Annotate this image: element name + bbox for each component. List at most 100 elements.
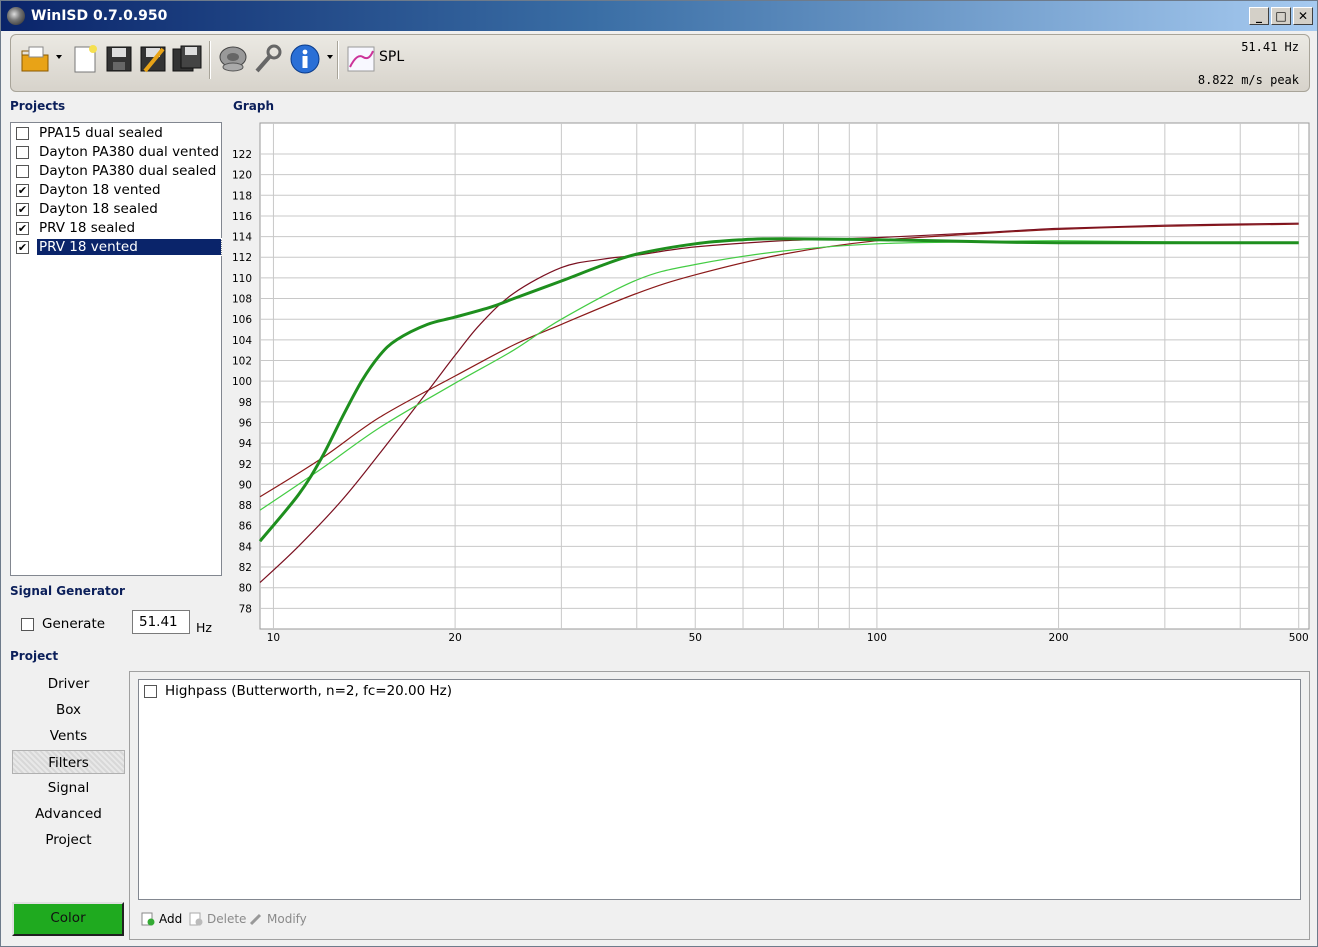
y-tick-label: 82 — [239, 562, 252, 574]
modify-label: Modify — [267, 912, 307, 926]
open-folder-icon[interactable] — [19, 43, 51, 75]
delete-filter-button[interactable]: Delete — [189, 912, 246, 926]
tab-project[interactable]: Project — [12, 828, 125, 852]
toolbar: SPL 51.41 Hz 8.822 m/s peak — [10, 34, 1310, 92]
project-checkbox[interactable] — [16, 165, 29, 178]
project-label[interactable]: Dayton 18 vented — [37, 182, 163, 198]
project-label[interactable]: PPA15 dual sealed — [37, 125, 165, 141]
project-list-item[interactable]: PPA15 dual sealed — [12, 124, 220, 143]
y-tick-label: 114 — [232, 232, 252, 244]
project-list-item[interactable]: ✔ PRV 18 vented — [12, 238, 222, 257]
generate-label[interactable]: Generate — [42, 616, 105, 632]
y-tick-label: 110 — [232, 273, 252, 285]
y-tick-label: 94 — [239, 438, 253, 450]
y-tick-label: 86 — [239, 521, 253, 533]
add-icon — [141, 912, 155, 926]
toolbar-separator — [337, 41, 339, 79]
graph-type-label[interactable]: SPL — [379, 49, 404, 65]
spl-graph-icon[interactable] — [345, 43, 377, 75]
y-tick-label: 78 — [239, 603, 252, 615]
generator-unit-label: Hz — [196, 620, 212, 635]
info-dropdown-icon[interactable] — [327, 55, 333, 59]
close-button[interactable]: ✕ — [1293, 7, 1313, 25]
frequency-readout: 51.41 Hz — [1241, 40, 1299, 54]
modify-pencil-icon — [249, 913, 262, 926]
project-checkbox[interactable]: ✔ — [16, 241, 29, 254]
save-all-icon[interactable] — [171, 43, 203, 75]
project-list-item[interactable]: ✔ Dayton 18 vented — [12, 181, 220, 200]
x-tick-label: 200 — [1049, 632, 1069, 644]
spl-chart[interactable]: 78 80 82 84 86 88 90 92 94 96 98 100 102 104 106 108 110… — [229, 117, 1315, 649]
filter-label[interactable]: Highpass (Butterworth, n=2, fc=20.00 Hz) — [165, 683, 452, 699]
y-tick-label: 96 — [239, 417, 253, 429]
y-tick-label: 118 — [232, 190, 252, 202]
wrench-icon[interactable] — [251, 43, 283, 75]
y-tick-label: 80 — [239, 583, 252, 595]
y-tick-label: 122 — [232, 149, 252, 161]
x-tick-label: 500 — [1289, 632, 1309, 644]
project-section-label: Project — [10, 649, 59, 663]
new-file-icon[interactable] — [69, 43, 101, 75]
x-tick-label: 100 — [867, 632, 887, 644]
minimize-button[interactable]: _ — [1249, 7, 1269, 25]
graph-label: Graph — [233, 99, 274, 113]
toolbar-separator — [209, 41, 211, 79]
generator-frequency-input[interactable] — [132, 610, 190, 634]
info-icon[interactable] — [289, 43, 321, 75]
project-label[interactable]: Dayton 18 sealed — [37, 201, 160, 217]
color-button[interactable]: Color — [12, 902, 124, 936]
speaker-icon[interactable] — [217, 43, 249, 75]
project-list-item[interactable]: Dayton PA380 dual sealed — [12, 162, 220, 181]
project-label[interactable]: Dayton PA380 dual vented — [37, 144, 221, 160]
tab-filters[interactable]: Filters — [12, 750, 125, 774]
tab-driver[interactable]: Driver — [12, 672, 125, 696]
signal-generator-label: Signal Generator — [10, 584, 125, 598]
modify-filter-button[interactable]: Modify — [249, 912, 307, 926]
y-tick-label: 108 — [232, 294, 252, 306]
add-label: Add — [159, 912, 183, 926]
projects-list[interactable]: PPA15 dual sealed Dayton PA380 dual vente… — [10, 122, 222, 576]
filter-checkbox[interactable] — [144, 685, 157, 698]
filters-list[interactable]: Highpass (Butterworth, n=2, fc=20.00 Hz) — [138, 679, 1301, 900]
excursion-readout: 8.822 m/s peak — [1197, 73, 1299, 87]
maximize-button[interactable]: □ — [1271, 7, 1291, 25]
y-tick-label: 88 — [239, 500, 252, 512]
project-list-item[interactable]: ✔ Dayton 18 sealed — [12, 200, 220, 219]
delete-label: Delete — [207, 912, 247, 926]
project-checkbox[interactable]: ✔ — [16, 203, 29, 216]
project-checkbox[interactable]: ✔ — [16, 184, 29, 197]
y-tick-label: 120 — [232, 170, 252, 182]
y-tick-label: 92 — [239, 459, 252, 471]
x-tick-label: 50 — [689, 632, 702, 644]
tab-box[interactable]: Box — [12, 698, 125, 722]
project-label[interactable]: PRV 18 sealed — [37, 220, 137, 236]
save-as-icon[interactable] — [137, 43, 169, 75]
add-filter-button[interactable]: Add — [141, 912, 182, 926]
generate-checkbox[interactable] — [21, 618, 34, 631]
app-window: WinISD 0.7.0.950 _ □ ✕ SPL 51.41 Hz 8.82… — [0, 0, 1318, 947]
filters-panel: Highpass (Butterworth, n=2, fc=20.00 Hz)… — [129, 671, 1310, 940]
plot-area — [259, 122, 1310, 630]
project-list-item[interactable]: ✔ PRV 18 sealed — [12, 219, 220, 238]
tab-advanced[interactable]: Advanced — [12, 802, 125, 826]
y-tick-label: 104 — [232, 335, 252, 347]
y-tick-label: 90 — [239, 479, 252, 491]
y-tick-label: 100 — [232, 376, 252, 388]
project-label[interactable]: PRV 18 vented — [36, 238, 222, 256]
project-checkbox[interactable]: ✔ — [16, 222, 29, 235]
project-label[interactable]: Dayton PA380 dual sealed — [37, 163, 218, 179]
tab-signal[interactable]: Signal — [12, 776, 125, 800]
window-title: WinISD 0.7.0.950 — [31, 8, 168, 24]
projects-label: Projects — [10, 99, 66, 113]
project-list-item[interactable]: Dayton PA380 dual vented — [12, 143, 220, 162]
project-checkbox[interactable] — [16, 146, 29, 159]
open-dropdown-icon[interactable] — [56, 55, 62, 59]
project-checkbox[interactable] — [16, 127, 29, 140]
y-tick-label: 98 — [239, 397, 252, 409]
y-tick-label: 116 — [232, 211, 252, 223]
delete-icon — [189, 912, 203, 926]
tab-vents[interactable]: Vents — [12, 724, 125, 748]
title-bar[interactable]: WinISD 0.7.0.950 _ □ ✕ — [1, 1, 1317, 31]
x-tick-label: 10 — [267, 632, 280, 644]
save-icon[interactable] — [103, 43, 135, 75]
